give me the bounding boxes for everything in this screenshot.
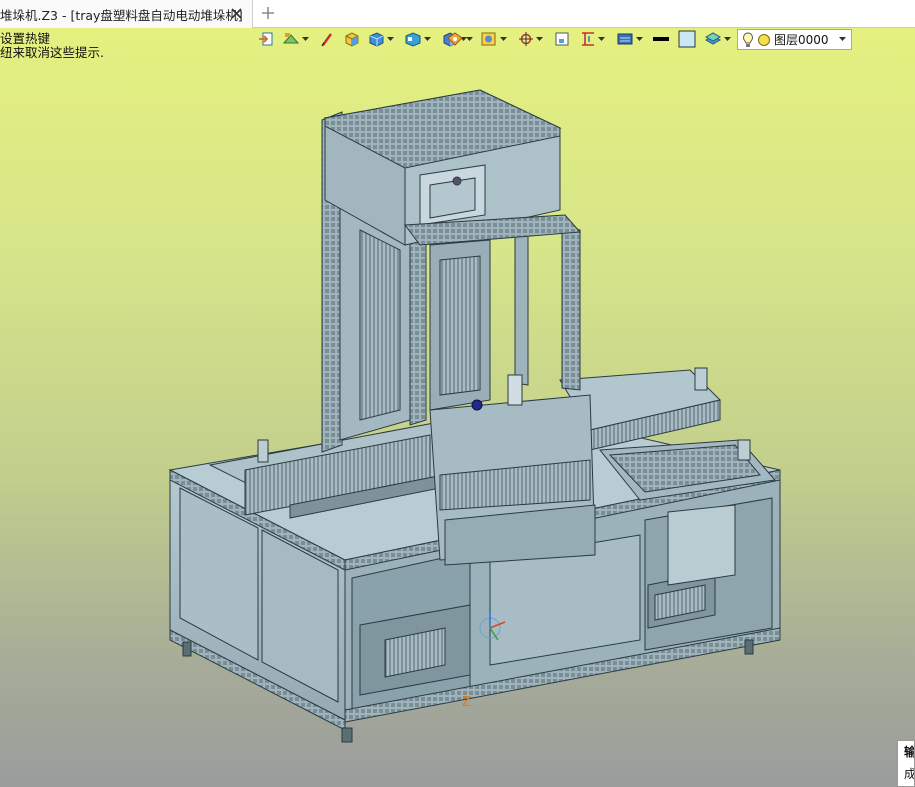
layer-name: 图层0000 — [774, 33, 829, 47]
fill-color-button[interactable] — [678, 29, 696, 49]
model-viewport[interactable]: Z — [0, 52, 915, 787]
layer-status-icon — [758, 33, 770, 46]
fill-color-icon — [678, 30, 696, 48]
orbit-button[interactable] — [446, 29, 473, 49]
dimension-button[interactable] — [580, 29, 605, 49]
view-cube-button[interactable] — [404, 29, 431, 49]
pen-icon — [321, 33, 332, 47]
wire-button[interactable] — [480, 29, 507, 49]
frame-icon — [555, 32, 569, 46]
layers-icon — [704, 32, 722, 45]
chevron-down-icon — [466, 37, 473, 41]
close-tab-icon[interactable] — [229, 6, 244, 21]
output-panel-line: 成 — [904, 767, 915, 781]
snap-button[interactable] — [518, 29, 543, 49]
chevron-down-icon — [598, 37, 605, 41]
chevron-down-icon — [724, 37, 731, 41]
wire-icon — [481, 32, 496, 46]
chevron-down-icon — [536, 37, 543, 41]
view-cube-icon — [405, 32, 421, 47]
orbit-icon — [447, 32, 463, 46]
open-file-button[interactable] — [258, 29, 274, 49]
new-tab-icon[interactable] — [260, 5, 276, 21]
hint-line-1: 设置热键 — [0, 31, 51, 46]
chevron-down-icon — [387, 37, 394, 41]
output-panel[interactable]: 输 成 — [897, 740, 915, 787]
document-tab-label: 堆垛机.Z3 - [tray盘塑料盘自动电动堆垛机] — [0, 7, 243, 23]
box-solid-button[interactable] — [344, 29, 360, 49]
cube-icon — [369, 32, 384, 47]
render-mode-icon — [282, 33, 300, 44]
chevron-down-icon — [636, 37, 643, 41]
frame-button[interactable] — [554, 29, 570, 49]
chevron-down-icon — [500, 37, 507, 41]
box-solid-icon — [345, 32, 359, 47]
layers-button[interactable] — [704, 29, 731, 49]
view-toolbar: 图层0000 — [252, 29, 852, 51]
line-color-icon — [653, 37, 669, 41]
stacker-machine-model — [168, 89, 781, 743]
cube-button[interactable] — [368, 29, 394, 49]
bulb-icon — [742, 31, 754, 47]
snap-icon — [519, 32, 533, 46]
open-file-icon — [259, 32, 273, 46]
document-tab-bar: 堆垛机.Z3 - [tray盘塑料盘自动电动堆垛机] — [0, 0, 915, 28]
output-panel-title: 输 — [904, 745, 915, 759]
chevron-down-icon — [839, 37, 846, 41]
sketch-button[interactable] — [320, 29, 334, 49]
chevron-down-icon — [424, 37, 431, 41]
layer-select[interactable]: 图层0000 — [737, 29, 852, 50]
line-color-button[interactable] — [652, 29, 670, 49]
filter-button[interactable] — [616, 29, 643, 49]
render-mode-button[interactable] — [282, 29, 309, 49]
document-tab[interactable]: 堆垛机.Z3 - [tray盘塑料盘自动电动堆垛机] — [0, 0, 253, 28]
filter-icon — [617, 33, 633, 45]
chevron-down-icon — [302, 37, 309, 41]
dimension-icon — [582, 32, 594, 46]
axis-z-label: Z — [462, 695, 471, 710]
